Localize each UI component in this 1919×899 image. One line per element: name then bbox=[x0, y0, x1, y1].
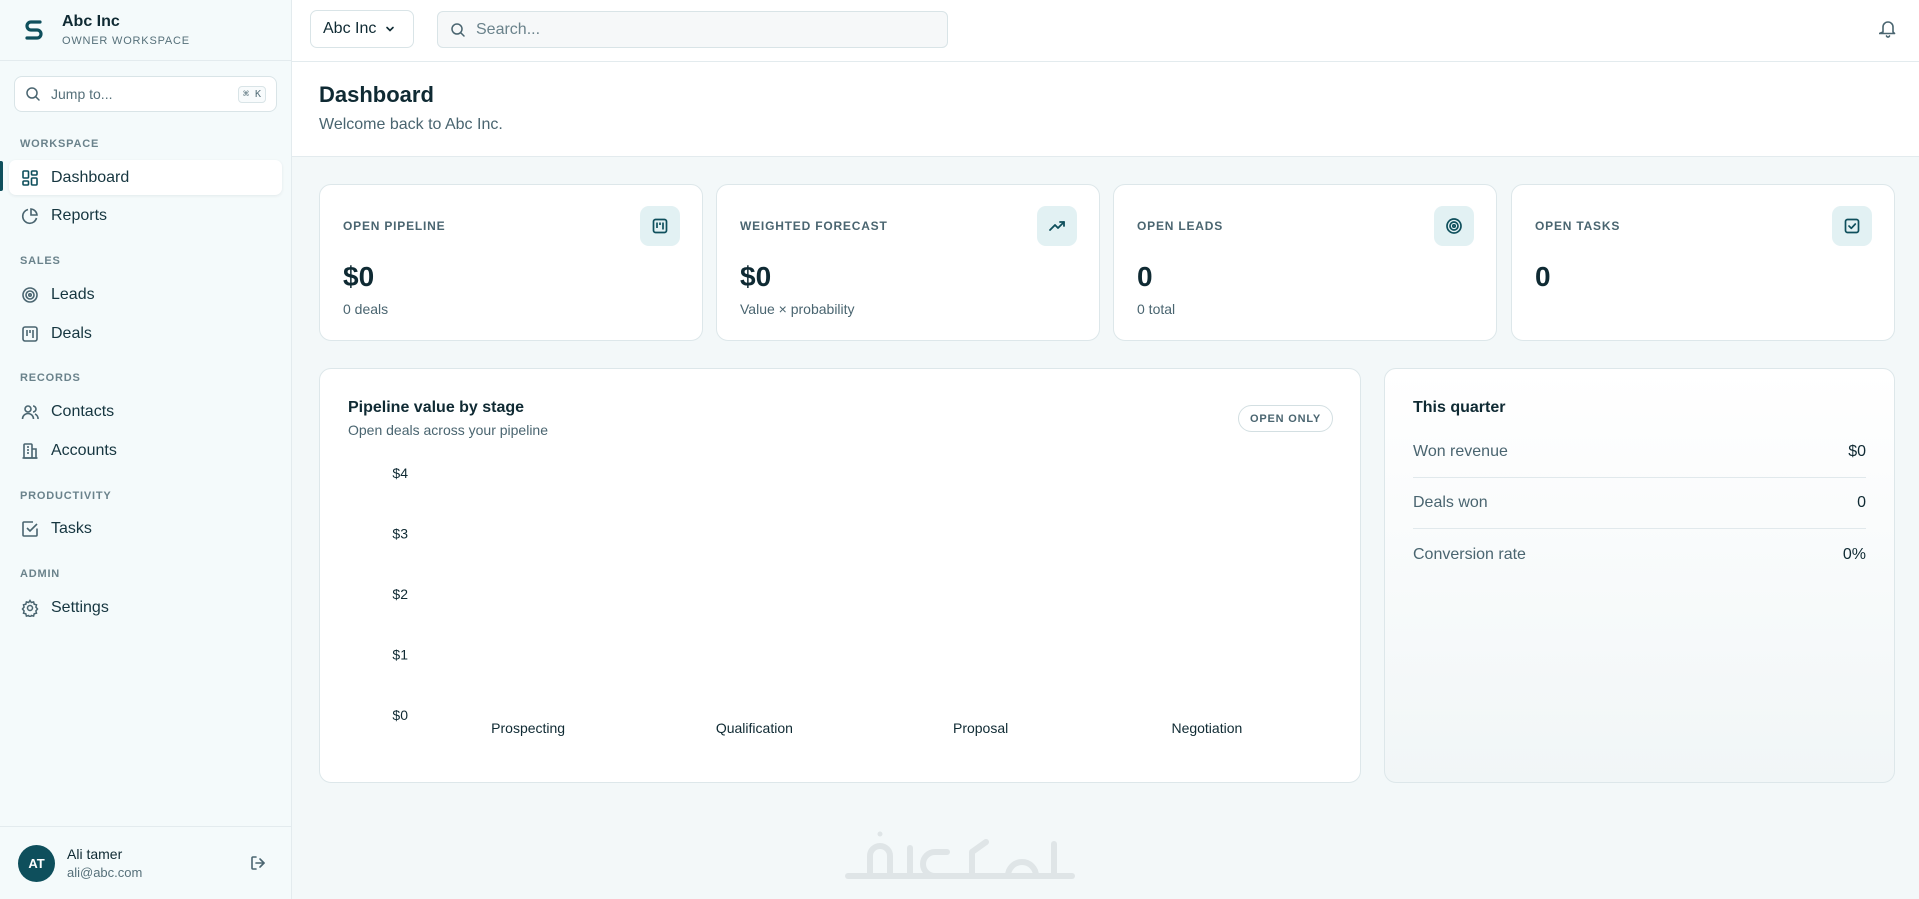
x-tick-label: Qualification bbox=[716, 720, 793, 736]
y-tick-label: $1 bbox=[392, 647, 408, 663]
sidebar-item-label: Settings bbox=[51, 598, 109, 616]
quarter-row-label: Deals won bbox=[1413, 494, 1488, 511]
target-icon bbox=[22, 286, 38, 303]
stat-card-weighted-forecast: WEIGHTED FORECAST $0 Value × probability bbox=[716, 184, 1100, 341]
y-tick-label: $4 bbox=[392, 465, 408, 481]
x-tick-label: Prospecting bbox=[491, 720, 565, 736]
section-label-records: RECORDS bbox=[20, 372, 81, 384]
target-icon bbox=[1434, 206, 1474, 246]
brand-header[interactable]: Abc Inc OWNER WORKSPACE bbox=[0, 0, 291, 61]
checkbox-icon bbox=[1832, 206, 1872, 246]
sidebar-item-tasks[interactable]: Tasks bbox=[9, 511, 282, 546]
brand-logo-icon bbox=[20, 16, 48, 44]
stat-label: WEIGHTED FORECAST bbox=[740, 219, 888, 233]
stat-card-open-leads: OPEN LEADS 0 0 total bbox=[1113, 184, 1497, 341]
trending-up-icon bbox=[1037, 206, 1077, 246]
sidebar-item-accounts[interactable]: Accounts bbox=[9, 433, 282, 468]
stat-subtext: Value × probability bbox=[740, 301, 855, 317]
page-subtitle: Welcome back to Abc Inc. bbox=[319, 116, 503, 133]
page-title: Dashboard bbox=[319, 82, 434, 107]
bell-icon[interactable] bbox=[1879, 19, 1897, 38]
jump-to-placeholder: Jump to... bbox=[51, 86, 113, 102]
sidebar-item-leads[interactable]: Leads bbox=[9, 277, 282, 312]
stat-value: $0 bbox=[343, 261, 375, 292]
brand-subtitle: OWNER WORKSPACE bbox=[62, 35, 190, 47]
jump-to-input[interactable]: Jump to... ⌘ K bbox=[14, 76, 277, 112]
logout-icon[interactable] bbox=[249, 854, 267, 872]
stat-subtext: 0 total bbox=[1137, 301, 1176, 317]
pipeline-chart-card: Pipeline value by stage Open deals acros… bbox=[319, 368, 1361, 783]
sidebar-item-label: Deals bbox=[51, 324, 92, 342]
shortcut-badge: ⌘ K bbox=[237, 85, 266, 103]
sidebar-item-settings[interactable]: Settings bbox=[9, 590, 282, 625]
page-header: Dashboard Welcome back to Abc Inc. bbox=[292, 62, 1919, 157]
user-profile: AT Ali tamer ali@abc.com bbox=[0, 826, 291, 899]
brand-name: Abc Inc bbox=[62, 13, 120, 30]
sidebar-item-label: Tasks bbox=[51, 519, 92, 537]
pipeline-chart: $0 $1 $2 $3 $4 Prospecting Qualification Propos… bbox=[392, 465, 1242, 736]
sidebar-item-label: Accounts bbox=[51, 441, 117, 459]
x-tick-label: Negotiation bbox=[1171, 720, 1242, 736]
user-name: Ali tamer bbox=[67, 846, 123, 862]
building-icon bbox=[22, 442, 38, 459]
stat-card-open-pipeline: OPEN PIPELINE $0 0 deals bbox=[319, 184, 703, 341]
sidebar-item-contacts[interactable]: Contacts bbox=[9, 394, 282, 429]
topbar: Abc Inc Search... bbox=[292, 0, 1919, 62]
x-tick-label: Proposal bbox=[953, 720, 1008, 736]
search-icon bbox=[451, 22, 465, 37]
stat-value: $0 bbox=[740, 261, 772, 292]
kanban-icon bbox=[640, 206, 680, 246]
sidebar-item-reports[interactable]: Reports bbox=[9, 198, 282, 233]
this-quarter-card: This quarter Won revenue $0 Deals won 0 … bbox=[1384, 368, 1895, 783]
quarter-row-label: Won revenue bbox=[1413, 443, 1508, 460]
active-indicator bbox=[0, 161, 3, 191]
org-selector-label: Abc Inc bbox=[323, 20, 377, 37]
quarter-row-value: $0 bbox=[1848, 443, 1866, 460]
user-email: ali@abc.com bbox=[67, 865, 143, 880]
pie-chart-icon bbox=[21, 207, 38, 224]
search-placeholder: Search... bbox=[476, 20, 541, 38]
sidebar-item-label: Dashboard bbox=[51, 168, 130, 186]
sidebar: Abc Inc OWNER WORKSPACE Jump to... ⌘ K W… bbox=[0, 0, 292, 899]
sidebar-item-label: Reports bbox=[51, 206, 108, 224]
watermark-logo bbox=[845, 831, 1075, 879]
org-selector[interactable]: Abc Inc bbox=[310, 10, 414, 48]
y-tick-label: $0 bbox=[392, 707, 408, 723]
section-label-productivity: PRODUCTIVITY bbox=[20, 490, 112, 502]
section-label-sales: SALES bbox=[20, 255, 61, 267]
quarter-title: This quarter bbox=[1413, 399, 1506, 416]
stat-value: 0 bbox=[1137, 261, 1153, 292]
section-label-workspace: WORKSPACE bbox=[20, 138, 100, 150]
quarter-row-won-revenue: Won revenue $0 bbox=[1413, 427, 1866, 478]
y-tick-label: $2 bbox=[392, 586, 408, 602]
sidebar-item-label: Leads bbox=[51, 285, 95, 303]
sidebar-item-deals[interactable]: Deals bbox=[9, 316, 282, 351]
sidebar-item-label: Contacts bbox=[51, 402, 115, 420]
y-tick-label: $3 bbox=[392, 526, 408, 542]
section-label-admin: ADMIN bbox=[20, 568, 61, 580]
quarter-row-value: 0% bbox=[1842, 545, 1866, 563]
stat-value: 0 bbox=[1535, 261, 1551, 292]
quarter-row-deals-won: Deals won 0 bbox=[1413, 478, 1866, 529]
gear-icon bbox=[21, 598, 39, 617]
sidebar-item-dashboard[interactable]: Dashboard bbox=[9, 160, 282, 195]
quarter-row-value: 0 bbox=[1857, 494, 1866, 511]
kanban-icon bbox=[22, 325, 38, 342]
search-icon bbox=[26, 87, 40, 101]
stat-card-open-tasks: OPEN TASKS 0 bbox=[1511, 184, 1895, 341]
quarter-row-conversion-rate: Conversion rate 0% bbox=[1413, 529, 1866, 580]
stat-subtext: 0 deals bbox=[343, 301, 389, 317]
avatar[interactable]: AT bbox=[18, 844, 55, 882]
search-input[interactable]: Search... bbox=[437, 11, 948, 48]
checkbox-icon bbox=[22, 520, 38, 537]
chevron-down-icon bbox=[386, 26, 395, 32]
stat-label: OPEN TASKS bbox=[1535, 219, 1621, 233]
dashboard-icon bbox=[22, 169, 38, 186]
quarter-row-label: Conversion rate bbox=[1413, 545, 1526, 563]
stat-label: OPEN PIPELINE bbox=[343, 219, 446, 233]
users-icon bbox=[21, 404, 39, 419]
stat-label: OPEN LEADS bbox=[1137, 219, 1224, 233]
